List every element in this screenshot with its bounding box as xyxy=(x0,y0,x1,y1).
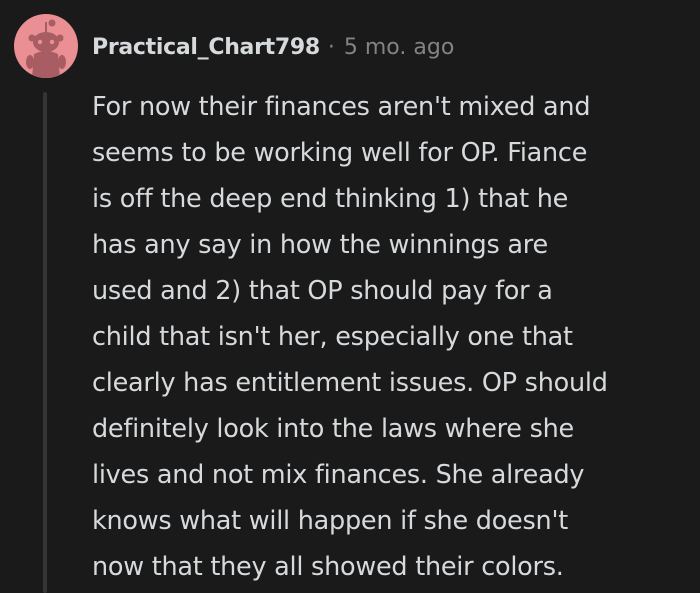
comment-meta: Practical_Chart798 · 5 mo. ago xyxy=(92,30,454,64)
comment-body-line: knows what will happen if she doesn't xyxy=(92,506,568,536)
meta-separator: · xyxy=(327,34,335,60)
comment-body-line: now that they all showed their colors. xyxy=(92,552,564,582)
comment-body-line: lives and not mix finances. She already xyxy=(92,460,585,490)
comment-body-line: For now their finances aren't mixed and xyxy=(92,92,591,122)
user-avatar[interactable] xyxy=(14,14,78,78)
comment-body-line: has any say in how the winnings are xyxy=(92,230,548,260)
comment-body-line: clearly has entitlement issues. OP shoul… xyxy=(92,368,608,398)
comment-body-line: child that isn't her, especially one tha… xyxy=(92,322,573,352)
comment-body-line: is off the deep end thinking 1) that he xyxy=(92,184,569,214)
comment-body-line: seems to be working well for OP. Fiance xyxy=(92,138,588,168)
comment-timestamp[interactable]: 5 mo. ago xyxy=(344,35,454,60)
thread-collapse-line[interactable] xyxy=(43,92,47,593)
comment: Practical_Chart798 · 5 mo. ago For now t… xyxy=(0,0,700,593)
username-link[interactable]: Practical_Chart798 xyxy=(92,35,320,60)
comment-body-line: definitely look into the laws where she xyxy=(92,414,574,444)
comment-body: For now their finances aren't mixed and … xyxy=(92,84,688,590)
snoo-avatar-icon xyxy=(26,19,66,78)
comment-body-line: used and 2) that OP should pay for a xyxy=(92,276,553,306)
